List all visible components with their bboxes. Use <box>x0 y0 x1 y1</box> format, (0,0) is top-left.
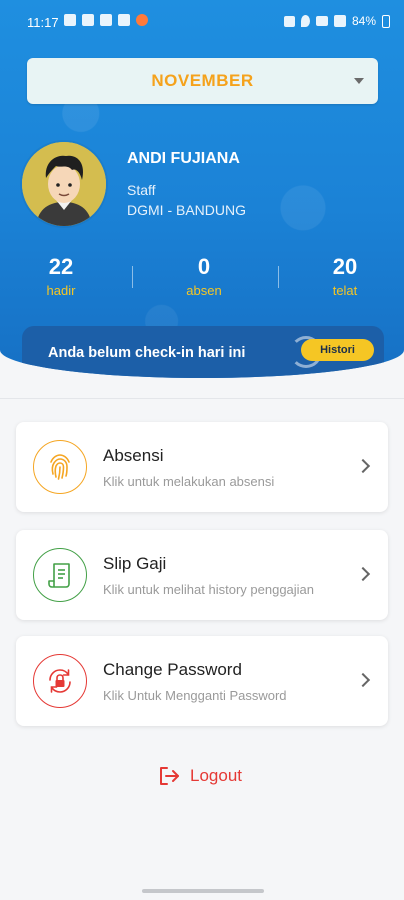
chevron-right-icon <box>355 458 371 474</box>
stat-value: 20 <box>332 254 358 279</box>
user-name: ANDI FUJIANA <box>127 150 240 167</box>
menu-card-absensi[interactable]: Absensi Klik untuk melakukan absensi <box>16 422 388 512</box>
checkin-banner: Anda belum check-in hari ini Histori <box>22 326 384 378</box>
stat-label: hadir <box>46 283 76 298</box>
menu-card-slip-gaji[interactable]: Slip Gaji Klik untuk melihat history pen… <box>16 530 388 620</box>
menu-card-change-password[interactable]: Change Password Klik Untuk Mengganti Pas… <box>16 636 388 726</box>
image-icon <box>100 14 112 26</box>
fingerprint-icon <box>33 440 87 494</box>
status-right: 84% <box>283 14 390 28</box>
checkin-message: Anda belum check-in hari ini <box>48 345 246 361</box>
menu-subtitle: Klik Untuk Mengganti Password <box>103 688 287 703</box>
logout-button[interactable]: Logout <box>158 766 242 786</box>
menu-subtitle: Klik untuk melakukan absensi <box>103 474 275 489</box>
user-office: DGMI - BANDUNG <box>127 202 246 218</box>
alarm-icon <box>283 15 295 27</box>
stat-hadir: 22 hadir <box>21 254 101 298</box>
avatar <box>22 142 106 226</box>
logout-label: Logout <box>190 766 242 785</box>
menu-title: Absensi <box>103 446 164 465</box>
stat-value: 0 <box>197 254 211 279</box>
lock-refresh-icon <box>33 654 87 708</box>
signal-icon <box>333 15 346 27</box>
status-time: 11:17 <box>27 15 59 30</box>
chevron-right-icon <box>355 672 371 688</box>
location-icon <box>300 15 310 27</box>
home-indicator[interactable] <box>142 889 264 893</box>
app-icon <box>136 14 148 26</box>
stat-telat: 20 telat <box>305 254 385 298</box>
stat-value: 22 <box>48 254 74 279</box>
menu-title: Change Password <box>103 660 242 679</box>
menu-subtitle: Klik untuk melihat history penggajian <box>103 582 315 597</box>
menu-title: Slip Gaji <box>103 554 167 573</box>
app-icon <box>118 14 130 26</box>
logout-icon <box>160 767 179 785</box>
month-select[interactable]: NOVEMBER <box>27 58 378 104</box>
stat-absen: 0 absen <box>164 254 244 298</box>
status-bar: 11:17 84% <box>0 0 404 44</box>
battery-icon <box>382 14 390 28</box>
chevron-right-icon <box>355 566 371 582</box>
notification-icons <box>64 14 148 26</box>
avatar-illustration-icon <box>22 142 106 226</box>
battery-text: 84% <box>351 14 376 28</box>
histori-button[interactable]: Histori <box>301 339 374 361</box>
month-label: NOVEMBER <box>151 71 254 90</box>
divider <box>132 266 133 288</box>
notification-icon <box>82 14 94 26</box>
notification-icon <box>64 14 76 26</box>
receipt-icon <box>33 548 87 602</box>
chevron-down-icon <box>354 78 364 84</box>
wifi-icon <box>315 16 328 26</box>
user-role: Staff <box>127 182 156 198</box>
stat-label: absen <box>186 283 222 298</box>
divider <box>278 266 279 288</box>
header-panel: 11:17 84% NOVEMBER ANDI FUJIANA Staff DG… <box>0 0 404 378</box>
stat-label: telat <box>332 283 358 298</box>
divider <box>0 398 404 399</box>
